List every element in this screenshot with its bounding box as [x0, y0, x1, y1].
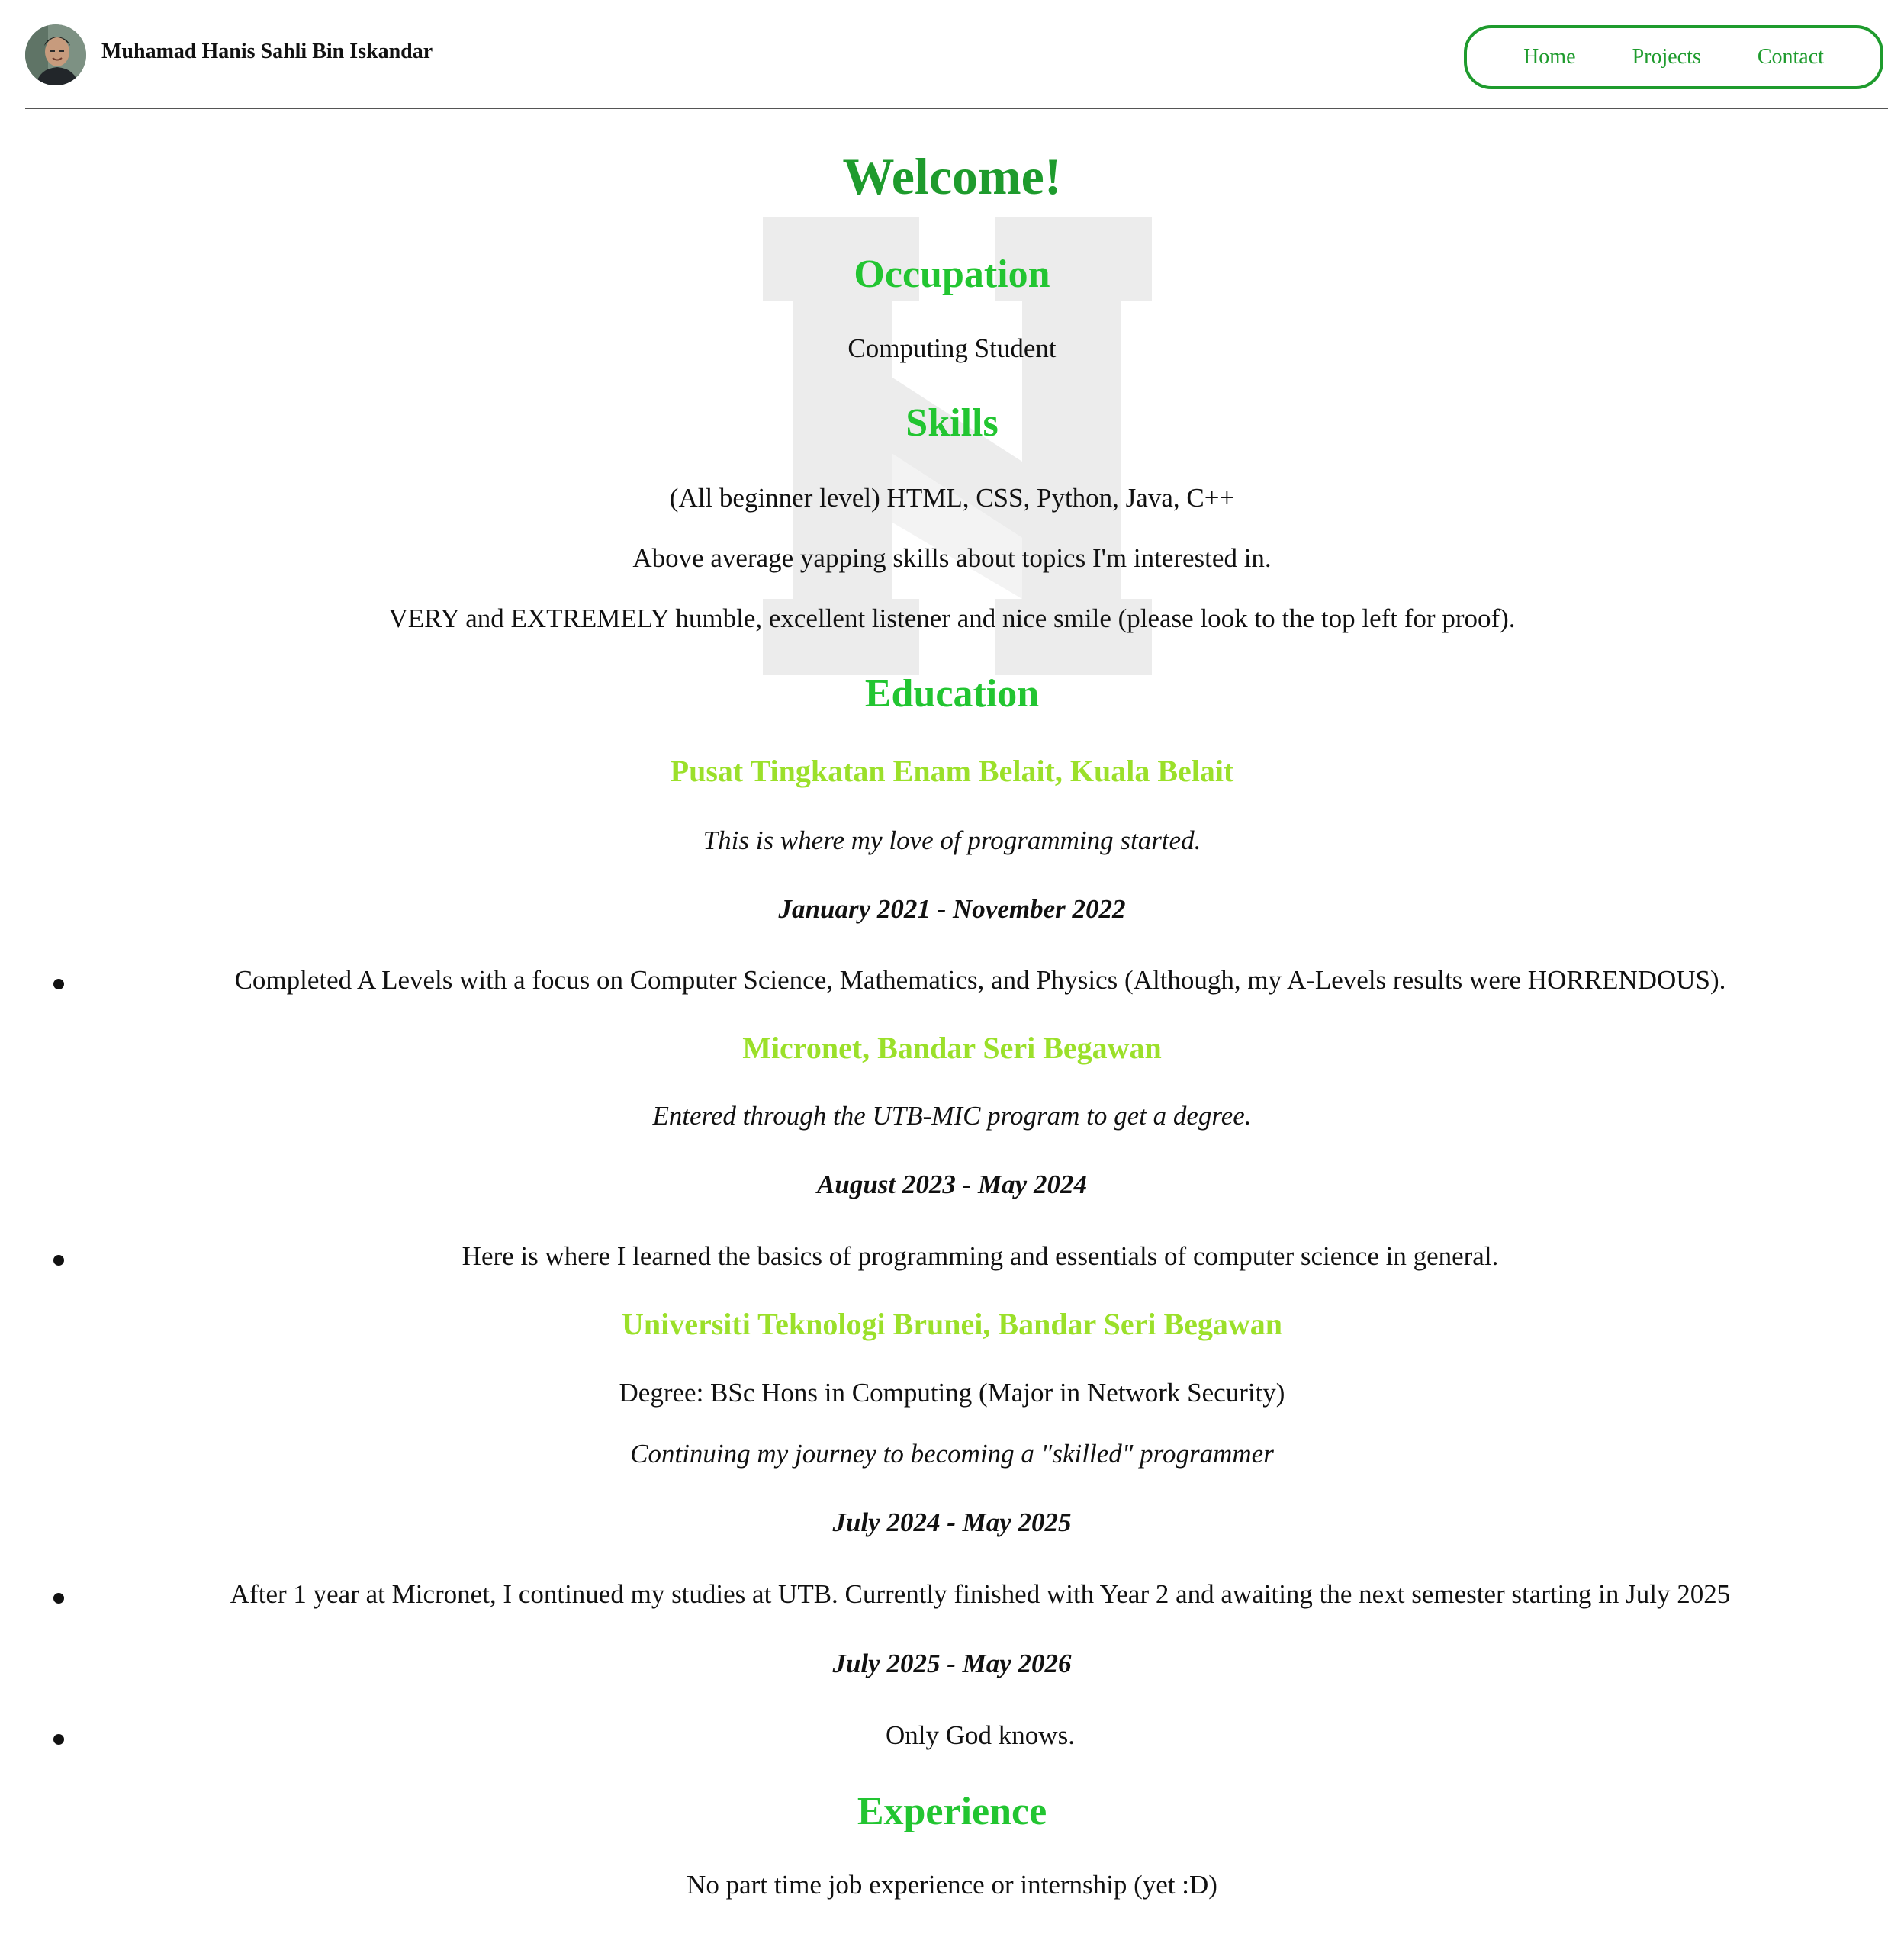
- experience-text: No part time job experience or internshi…: [687, 1870, 1217, 1900]
- list-item: Only God knows.: [0, 1720, 1904, 1758]
- school-name: Universiti Teknologi Brunei, Bandar Seri…: [621, 1307, 1283, 1341]
- school-note: Continuing my journey to becoming a "ski…: [630, 1439, 1274, 1469]
- education-heading: Education: [864, 672, 1040, 716]
- avatar-photo-icon: [25, 24, 86, 85]
- skills-heading: Skills: [905, 401, 999, 445]
- avatar: [25, 24, 86, 85]
- skills-item: Above average yapping skills about topic…: [632, 543, 1272, 573]
- skills-item: (All beginner level) HTML, CSS, Python, …: [669, 483, 1235, 513]
- bullet-icon: [53, 1593, 64, 1604]
- welcome-heading: Welcome!: [842, 147, 1062, 205]
- list-item: Completed A Levels with a focus on Compu…: [0, 965, 1904, 1003]
- school-name: Pusat Tingkatan Enam Belait, Kuala Belai…: [670, 754, 1234, 788]
- bullet-icon: [53, 1734, 64, 1745]
- school-note: This is where my love of programming sta…: [703, 825, 1201, 855]
- nav-projects-link[interactable]: Projects: [1632, 45, 1701, 69]
- school-note: Entered through the UTB-MIC program to g…: [652, 1101, 1252, 1131]
- nav-bar: Home Projects Contact: [1464, 25, 1883, 89]
- list-item-text: Only God knows.: [886, 1720, 1075, 1750]
- skills-item: VERY and EXTREMELY humble, excellent lis…: [388, 603, 1516, 633]
- school-name: Micronet, Bandar Seri Begawan: [742, 1031, 1162, 1065]
- school-period: August 2023 - May 2024: [817, 1170, 1087, 1199]
- school-period: July 2025 - May 2026: [832, 1649, 1072, 1678]
- nav-home-link[interactable]: Home: [1523, 45, 1575, 69]
- school-period: January 2021 - November 2022: [778, 894, 1126, 924]
- occupation-text: Computing Student: [847, 333, 1057, 363]
- site-title: Muhamad Hanis Sahli Bin Iskandar: [101, 40, 433, 63]
- list-item-text: Completed A Levels with a focus on Compu…: [234, 965, 1726, 995]
- experience-heading: Experience: [857, 1790, 1047, 1833]
- occupation-heading: Occupation: [854, 253, 1050, 296]
- list-item-text: Here is where I learned the basics of pr…: [462, 1241, 1499, 1271]
- list-item-text: After 1 year at Micronet, I continued my…: [230, 1579, 1731, 1609]
- bullet-icon: [53, 1255, 64, 1266]
- bullet-icon: [53, 979, 64, 989]
- degree-text: Degree: BSc Hons in Computing (Major in …: [619, 1378, 1285, 1408]
- site-header: Muhamad Hanis Sahli Bin Iskandar Home Pr…: [25, 0, 1888, 109]
- school-period: July 2024 - May 2025: [832, 1507, 1072, 1537]
- list-item: After 1 year at Micronet, I continued my…: [0, 1579, 1904, 1617]
- list-item: Here is where I learned the basics of pr…: [0, 1241, 1904, 1279]
- nav-contact-link[interactable]: Contact: [1758, 45, 1824, 69]
